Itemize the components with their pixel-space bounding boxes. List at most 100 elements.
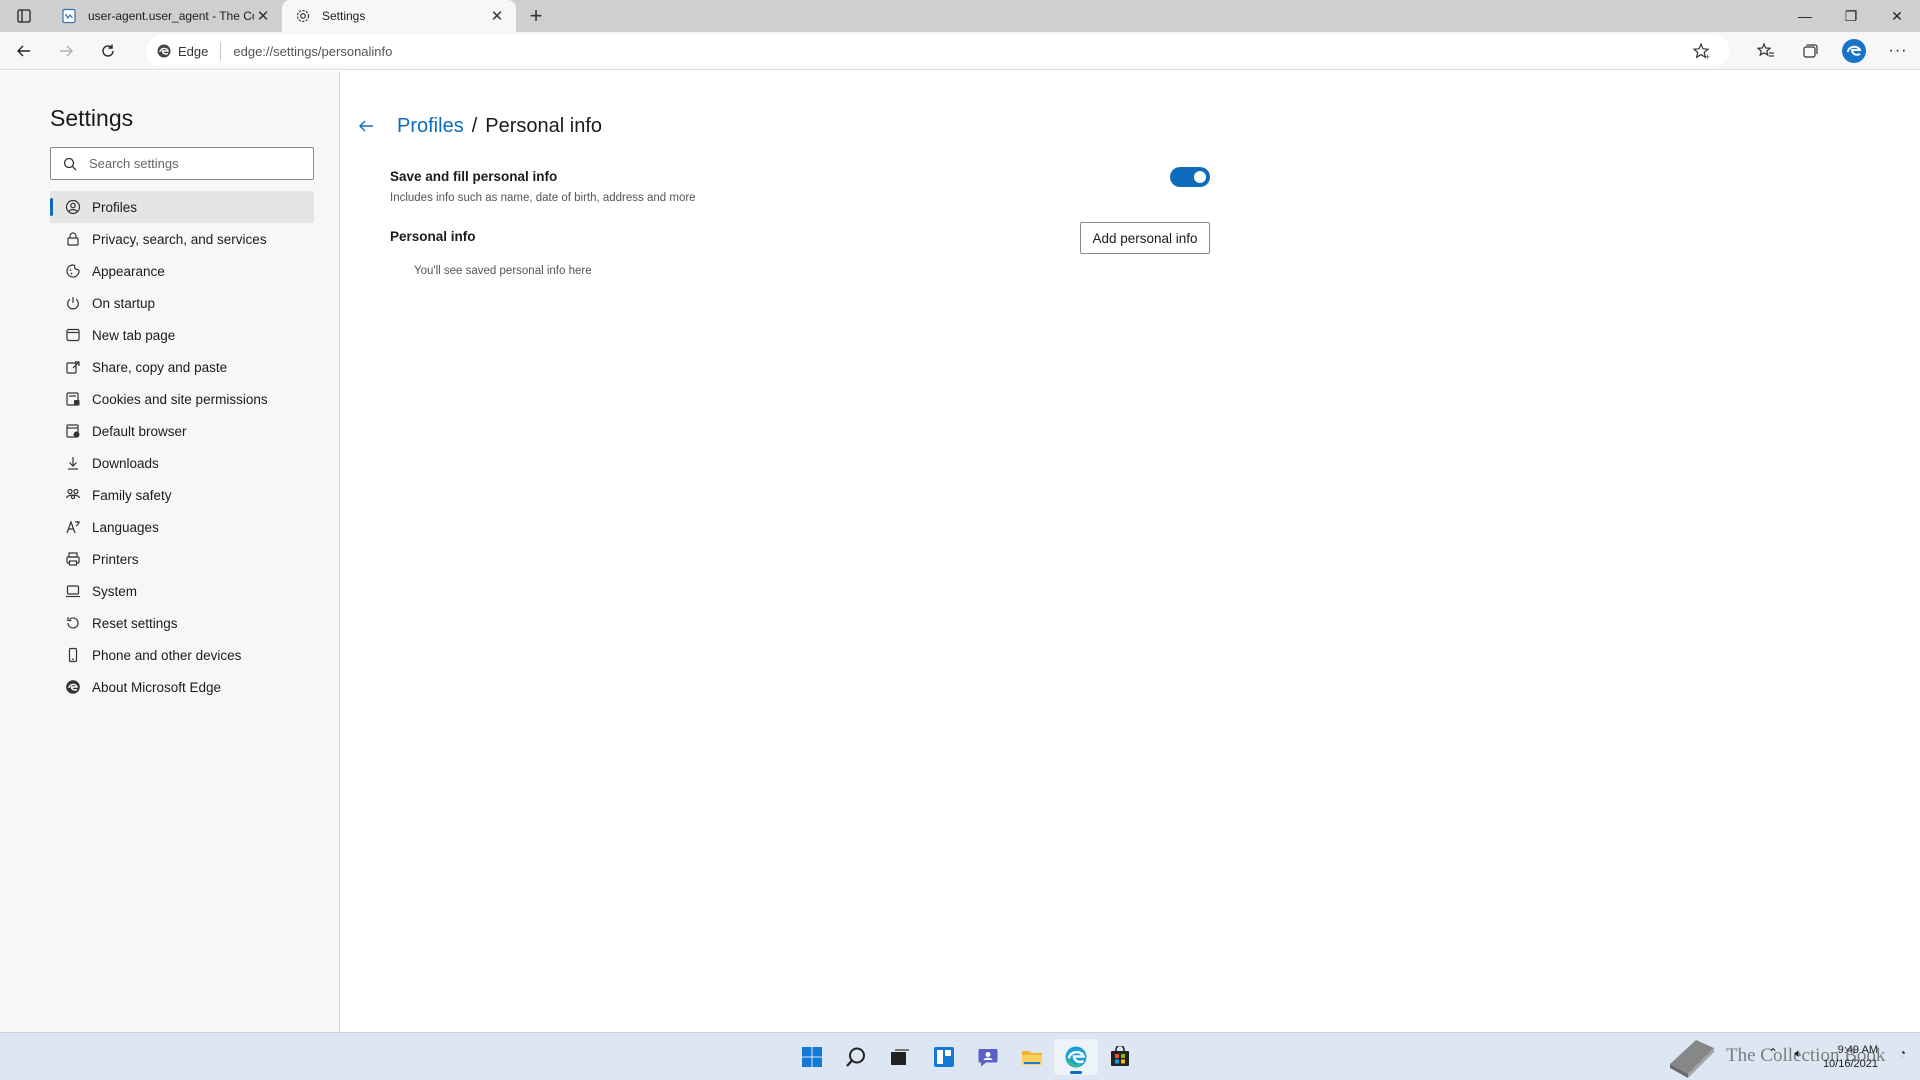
save-fill-toggle[interactable] xyxy=(1170,167,1210,187)
site-identity[interactable]: Edge xyxy=(156,42,222,60)
add-personal-info-button[interactable]: Add personal info xyxy=(1080,222,1210,254)
breadcrumb-profiles-link[interactable]: Profiles xyxy=(397,115,464,138)
close-tab-icon[interactable]: ✕ xyxy=(254,7,272,25)
edge-icon xyxy=(1065,1046,1087,1068)
collections-button[interactable] xyxy=(1788,32,1832,70)
address-bar[interactable]: Edge edge://settings/personalinfo + xyxy=(146,35,1730,67)
appearance-icon xyxy=(64,262,82,280)
sidebar-item-new-tab-page[interactable]: New tab page xyxy=(50,319,314,351)
chat-icon xyxy=(978,1049,998,1067)
taskbar-search-button[interactable] xyxy=(834,1039,878,1075)
restore-button[interactable]: ❐ xyxy=(1828,0,1874,32)
sidebar-item-label: Printers xyxy=(92,551,139,567)
sidebar-item-printers[interactable]: Printers xyxy=(50,543,314,575)
forward-button[interactable] xyxy=(48,35,84,67)
start-button[interactable] xyxy=(790,1039,834,1075)
refresh-button[interactable] xyxy=(90,35,126,67)
notifications-icon[interactable]: ◔ xyxy=(1899,1046,1906,1060)
edge-icon xyxy=(157,44,171,58)
back-button[interactable] xyxy=(6,35,42,67)
settings-content: Profiles / Personal info Save and fill p… xyxy=(341,71,1920,1032)
sidebar-item-appearance[interactable]: Appearance xyxy=(50,255,314,287)
download-icon xyxy=(64,454,82,472)
default-browser-icon xyxy=(64,422,82,440)
save-fill-description: Includes info such as name, date of birt… xyxy=(390,192,696,204)
clock-date: 10/16/2021 xyxy=(1822,1058,1878,1070)
sidebar-item-cookies[interactable]: Cookies and site permissions xyxy=(50,383,314,415)
sidebar-item-label: Profiles xyxy=(92,199,138,215)
more-menu-button[interactable]: ··· xyxy=(1876,32,1920,70)
favorites-button[interactable] xyxy=(1744,32,1788,70)
file-explorer-button[interactable] xyxy=(1010,1039,1054,1075)
sidebar-item-downloads[interactable]: Downloads xyxy=(50,447,314,479)
store-button[interactable] xyxy=(1098,1039,1142,1075)
sidebar-item-family-safety[interactable]: Family safety xyxy=(50,479,314,511)
lock-icon xyxy=(64,230,82,248)
tab-actions-button[interactable] xyxy=(0,0,48,32)
sidebar-item-about-edge[interactable]: About Microsoft Edge xyxy=(50,671,314,703)
minimize-button[interactable]: — xyxy=(1782,0,1828,32)
toolbar-right: ··· xyxy=(1744,32,1920,70)
taskbar xyxy=(0,1032,1920,1080)
avatar-icon xyxy=(1842,39,1866,63)
site-label: Edge xyxy=(178,43,209,59)
clock-time: 9:49 AM xyxy=(1837,1044,1878,1056)
sidebar-item-languages[interactable]: Languages xyxy=(50,511,314,543)
close-tab-icon[interactable]: ✕ xyxy=(488,7,506,25)
settings-sidebar: Settings Profiles Privacy, search, and s… xyxy=(0,71,340,1032)
sidebar-item-label: About Microsoft Edge xyxy=(92,679,222,695)
tab-settings[interactable]: Settings ✕ xyxy=(282,0,516,32)
chevron-up-icon[interactable]: ⌃ xyxy=(1768,1046,1778,1060)
sidebar-item-on-startup[interactable]: On startup xyxy=(50,287,314,319)
url-text[interactable]: edge://settings/personalinfo xyxy=(233,44,392,59)
system-clock[interactable]: 9:49 AM 10/16/2021 xyxy=(1823,1043,1878,1071)
sidebar-item-label: Privacy, search, and services xyxy=(92,231,267,247)
edge-icon xyxy=(64,678,82,696)
power-icon xyxy=(64,294,82,312)
gear-icon xyxy=(294,7,312,25)
profile-button[interactable] xyxy=(1832,32,1876,70)
languages-icon xyxy=(64,518,82,536)
search-input[interactable] xyxy=(89,156,299,171)
more-icon: ··· xyxy=(1888,42,1908,59)
sidebar-item-share-copy-paste[interactable]: Share, copy and paste xyxy=(50,351,314,383)
close-window-button[interactable]: ✕ xyxy=(1874,0,1920,32)
add-favorite-icon[interactable]: + xyxy=(1692,42,1711,63)
toggle-knob xyxy=(1194,171,1206,183)
refresh-icon xyxy=(102,44,114,57)
widgets-button[interactable] xyxy=(922,1039,966,1075)
tab-title: user-agent.user_agent - The Coll xyxy=(88,9,254,23)
settings-nav: Profiles Privacy, search, and services A… xyxy=(50,191,314,703)
edge-taskbar-button[interactable] xyxy=(1054,1039,1098,1075)
task-view-button[interactable] xyxy=(878,1039,922,1075)
chat-button[interactable] xyxy=(966,1039,1010,1075)
taskbar-apps xyxy=(790,1039,1142,1075)
save-fill-title: Save and fill personal info xyxy=(390,169,558,184)
system-icon xyxy=(64,582,82,600)
tab-user-agent[interactable]: user-agent.user_agent - The Coll ✕ xyxy=(48,0,282,32)
svg-text:+: + xyxy=(1705,53,1711,60)
document-icon xyxy=(60,7,78,25)
breadcrumb-separator: / xyxy=(471,114,478,137)
search-icon xyxy=(63,157,77,170)
family-icon xyxy=(64,486,82,504)
share-icon xyxy=(64,358,82,376)
sidebar-item-profiles[interactable]: Profiles xyxy=(50,191,314,223)
new-tab-icon xyxy=(64,326,82,344)
sidebar-item-phone-devices[interactable]: Phone and other devices xyxy=(50,639,314,671)
search-box[interactable] xyxy=(50,147,314,180)
sidebar-item-label: Phone and other devices xyxy=(92,647,242,663)
sidebar-item-label: Downloads xyxy=(92,455,159,471)
tab-strip: user-agent.user_agent - The Coll ✕ Setti… xyxy=(0,0,1920,32)
new-tab-button[interactable]: + xyxy=(516,0,556,32)
speaker-icon[interactable]: 🔈︎ xyxy=(1795,1046,1802,1061)
back-arrow-icon[interactable] xyxy=(357,117,383,135)
sidebar-item-privacy[interactable]: Privacy, search, and services xyxy=(50,223,314,255)
sidebar-item-default-browser[interactable]: Default browser xyxy=(50,415,314,447)
store-icon xyxy=(1111,1046,1129,1066)
sidebar-item-system[interactable]: System xyxy=(50,575,314,607)
collections-icon xyxy=(1803,44,1818,58)
tab-actions-icon xyxy=(17,9,31,23)
sidebar-item-reset-settings[interactable]: Reset settings xyxy=(50,607,314,639)
sidebar-item-label: Default browser xyxy=(92,423,187,439)
